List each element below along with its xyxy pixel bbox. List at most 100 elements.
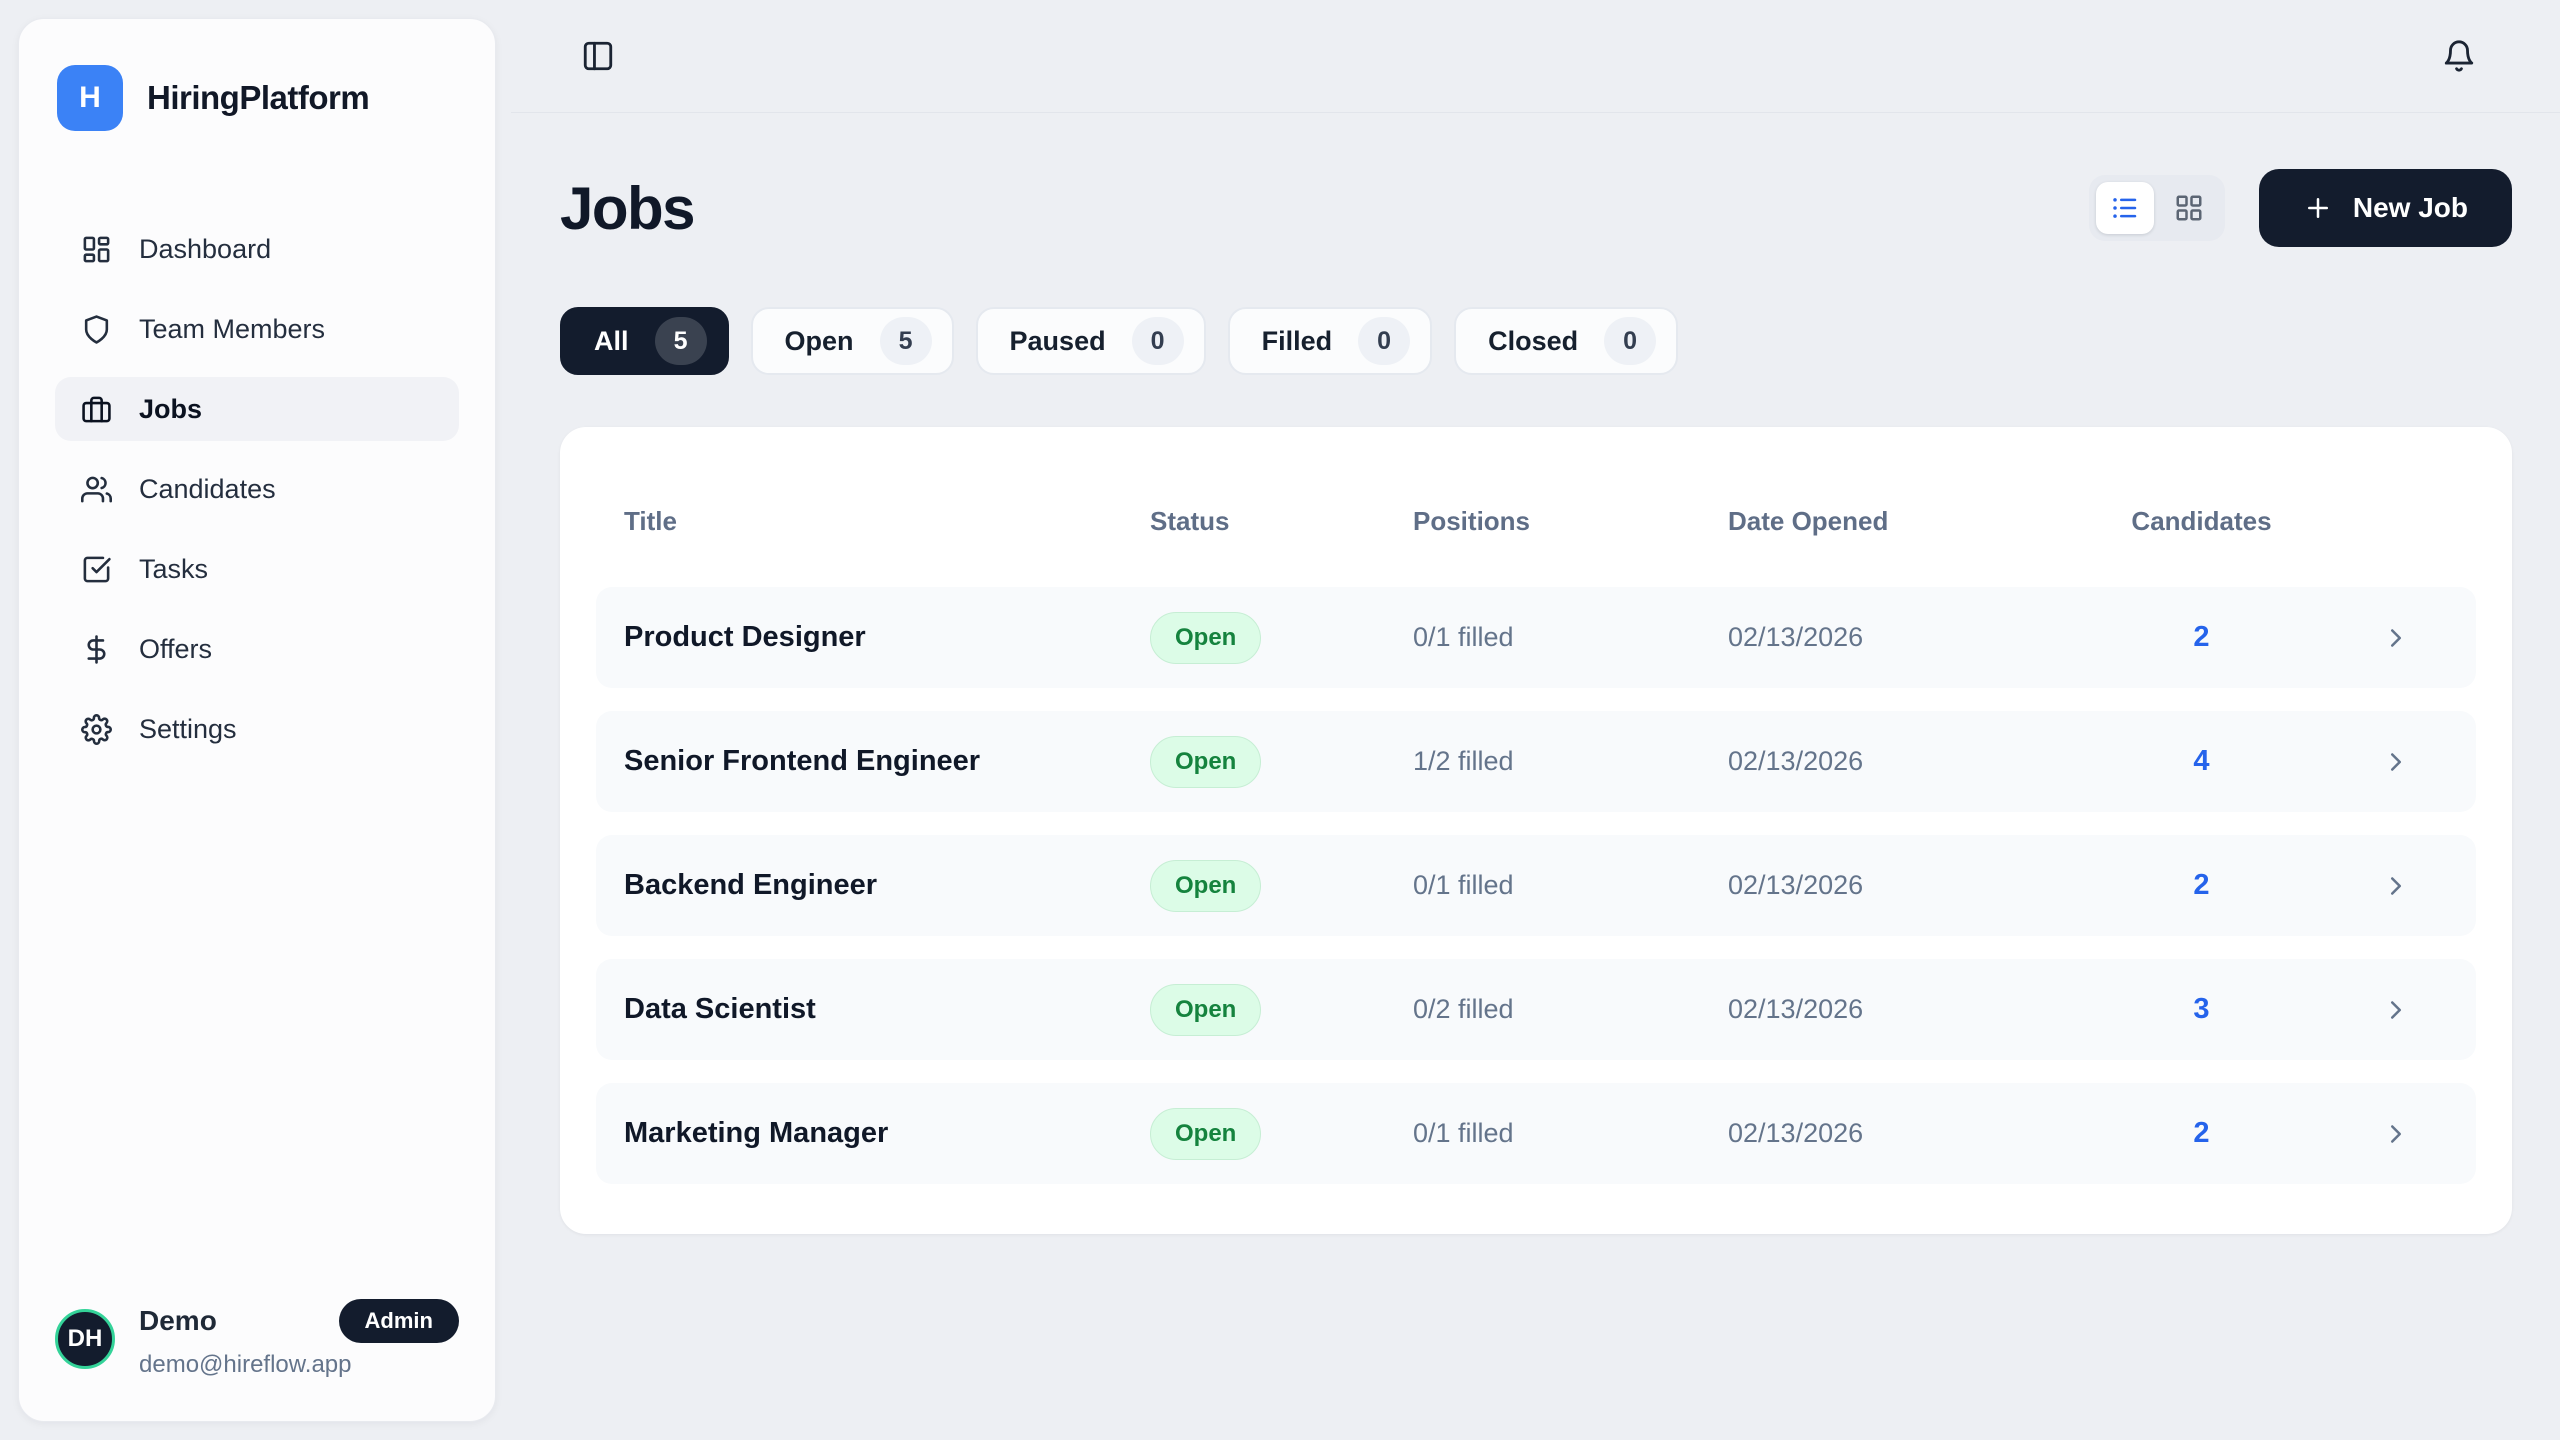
table-row[interactable]: Marketing Manager Open 0/1 filled 02/13/… [596, 1083, 2476, 1184]
candidates-count: 2 [2059, 869, 2344, 902]
chevron-right-icon[interactable] [2344, 747, 2448, 777]
brand-logo-letter: H [79, 81, 101, 115]
shield-icon [81, 314, 112, 345]
dashboard-icon [81, 234, 112, 265]
filter-pill-paused[interactable]: Paused 0 [976, 307, 1206, 375]
status-badge: Open [1150, 860, 1261, 912]
date-opened-cell: 02/13/2026 [1728, 622, 2059, 653]
brand-name: HiringPlatform [147, 79, 369, 117]
page-controls: New Job [2089, 169, 2512, 247]
table-row[interactable]: Senior Frontend Engineer Open 1/2 filled… [596, 711, 2476, 812]
sidebar-item-jobs[interactable]: Jobs [55, 377, 459, 441]
column-header-positions: Positions [1413, 506, 1728, 537]
filter-count-badge: 5 [880, 317, 932, 365]
date-opened-cell: 02/13/2026 [1728, 870, 2059, 901]
filter-count-badge: 0 [1358, 317, 1410, 365]
table-row[interactable]: Backend Engineer Open 0/1 filled 02/13/2… [596, 835, 2476, 936]
positions-cell: 0/1 filled [1413, 622, 1728, 653]
sidebar-item-label: Jobs [139, 394, 202, 425]
filter-count-badge: 5 [655, 317, 707, 365]
candidates-count: 4 [2059, 745, 2344, 778]
filter-pill-filled[interactable]: Filled 0 [1228, 307, 1433, 375]
chevron-right-icon[interactable] [2344, 1119, 2448, 1149]
dollar-icon [81, 634, 112, 665]
positions-cell: 0/1 filled [1413, 1118, 1728, 1149]
status-badge: Open [1150, 736, 1261, 788]
avatar: DH [55, 1309, 115, 1369]
job-title: Backend Engineer [624, 869, 1150, 902]
status-badge: Open [1150, 984, 1261, 1036]
filter-pill-label: Closed [1488, 326, 1578, 357]
new-job-label: New Job [2353, 192, 2468, 224]
chevron-right-icon[interactable] [2344, 995, 2448, 1025]
sidebar-item-tasks[interactable]: Tasks [55, 537, 459, 601]
user-name: Demo [139, 1305, 217, 1337]
grid-icon [2174, 193, 2204, 223]
table-body: Product Designer Open 0/1 filled 02/13/2… [596, 587, 2476, 1184]
role-badge: Admin [339, 1299, 459, 1343]
job-title: Senior Frontend Engineer [624, 745, 1150, 778]
page-title: Jobs [560, 174, 694, 243]
brand[interactable]: H HiringPlatform [55, 65, 459, 131]
jobs-table-card: TitleStatusPositionsDate OpenedCandidate… [560, 427, 2512, 1234]
positions-cell: 0/2 filled [1413, 994, 1728, 1025]
sidebar-item-settings[interactable]: Settings [55, 697, 459, 761]
table-row[interactable]: Product Designer Open 0/1 filled 02/13/2… [596, 587, 2476, 688]
positions-cell: 1/2 filled [1413, 746, 1728, 777]
main: Jobs New Job All 5 Open 5 [511, 0, 2560, 1440]
sidebar-nav: Dashboard Team Members Jobs Candidates T… [55, 217, 459, 777]
user-card[interactable]: DH Demo Admin demo@hireflow.app [55, 1299, 459, 1379]
filter-pill-label: Paused [1010, 326, 1106, 357]
filter-pill-all[interactable]: All 5 [560, 307, 729, 375]
date-opened-cell: 02/13/2026 [1728, 746, 2059, 777]
positions-cell: 0/1 filled [1413, 870, 1728, 901]
gear-icon [81, 714, 112, 745]
column-header-date-opened: Date Opened [1728, 506, 2059, 537]
sidebar-item-candidates[interactable]: Candidates [55, 457, 459, 521]
chevron-right-icon[interactable] [2344, 623, 2448, 653]
briefcase-icon [81, 394, 112, 425]
sidebar-item-label: Offers [139, 634, 212, 665]
plus-icon [2303, 193, 2333, 223]
filter-pill-closed[interactable]: Closed 0 [1454, 307, 1678, 375]
list-icon [2110, 193, 2140, 223]
filter-pill-label: All [594, 326, 629, 357]
sidebar-item-team-members[interactable]: Team Members [55, 297, 459, 361]
candidates-count: 2 [2059, 621, 2344, 654]
sidebar-item-label: Settings [139, 714, 237, 745]
table-header: TitleStatusPositionsDate OpenedCandidate… [596, 501, 2476, 541]
filter-pills: All 5 Open 5 Paused 0 Filled 0 Closed 0 [560, 307, 2512, 375]
chevron-right-icon[interactable] [2344, 871, 2448, 901]
brand-logo-icon: H [57, 65, 123, 131]
status-badge: Open [1150, 1108, 1261, 1160]
grid-view-button[interactable] [2160, 182, 2218, 234]
check-square-icon [81, 554, 112, 585]
sidebar-item-label: Candidates [139, 474, 276, 505]
column-header-status: Status [1150, 506, 1413, 537]
candidates-count: 3 [2059, 993, 2344, 1026]
job-title: Data Scientist [624, 993, 1150, 1026]
table-row[interactable]: Data Scientist Open 0/2 filled 02/13/202… [596, 959, 2476, 1060]
job-title: Marketing Manager [624, 1117, 1150, 1150]
bell-icon [2442, 39, 2476, 73]
candidates-count: 2 [2059, 1117, 2344, 1150]
list-view-button[interactable] [2096, 182, 2154, 234]
sidebar-item-label: Dashboard [139, 234, 271, 265]
filter-count-badge: 0 [1132, 317, 1184, 365]
filter-pill-open[interactable]: Open 5 [751, 307, 954, 375]
sidebar-item-label: Team Members [139, 314, 325, 345]
user-info: Demo Admin demo@hireflow.app [139, 1299, 459, 1379]
status-badge: Open [1150, 612, 1261, 664]
notifications-button[interactable] [2436, 33, 2482, 79]
new-job-button[interactable]: New Job [2259, 169, 2512, 247]
sidebar-item-dashboard[interactable]: Dashboard [55, 217, 459, 281]
jobs-page: Jobs New Job All 5 Open 5 [511, 113, 2560, 1234]
sidebar-item-offers[interactable]: Offers [55, 617, 459, 681]
sidebar-toggle-button[interactable] [575, 33, 621, 79]
user-email: demo@hireflow.app [139, 1351, 459, 1379]
sidebar: H HiringPlatform Dashboard Team Members … [18, 18, 496, 1422]
filter-pill-label: Filled [1262, 326, 1333, 357]
column-header-title: Title [624, 506, 1150, 537]
avatar-initials: DH [68, 1325, 103, 1353]
topbar [511, 0, 2560, 113]
